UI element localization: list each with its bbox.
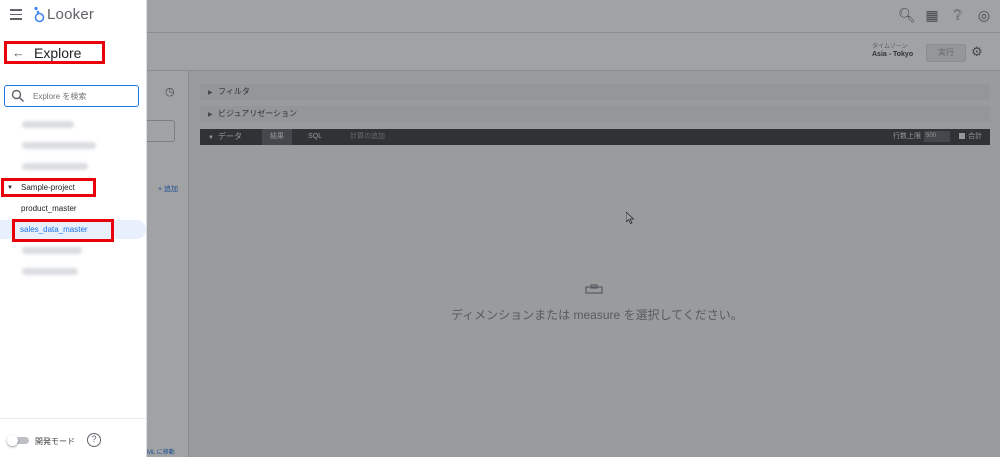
divider bbox=[0, 418, 146, 419]
drawer-scrim[interactable] bbox=[147, 0, 1000, 457]
app-name: Looker bbox=[47, 6, 95, 23]
navigation-drawer: Looker ← Explore ▼ Sample-project produc… bbox=[0, 0, 147, 457]
project-folder[interactable]: ▼ Sample-project bbox=[1, 178, 96, 197]
search-input[interactable] bbox=[33, 91, 138, 101]
dev-mode-toggle[interactable] bbox=[7, 435, 29, 446]
explore-item-sales-data-master[interactable]: sales_data_master bbox=[20, 225, 88, 234]
caret-down-icon: ▼ bbox=[7, 184, 13, 191]
menu-icon[interactable] bbox=[10, 9, 24, 21]
looker-logo-icon bbox=[34, 6, 45, 23]
dev-mode-label: 開発モード bbox=[35, 437, 75, 446]
page-title: Explore bbox=[34, 44, 82, 61]
blurred-item bbox=[22, 268, 78, 275]
help-circle-icon[interactable]: ? bbox=[87, 433, 101, 447]
search-icon bbox=[11, 89, 25, 103]
explore-header: ← Explore bbox=[4, 41, 105, 64]
back-arrow-icon[interactable]: ← bbox=[12, 45, 30, 60]
project-label: Sample-project bbox=[21, 183, 75, 192]
looker-logo[interactable]: Looker bbox=[33, 6, 94, 23]
toggle-knob bbox=[7, 435, 18, 446]
explore-search[interactable] bbox=[4, 85, 139, 107]
blurred-item bbox=[22, 247, 82, 254]
blurred-item bbox=[22, 121, 74, 128]
explore-item-product-master[interactable]: product_master bbox=[21, 204, 77, 213]
blurred-item bbox=[22, 142, 96, 149]
blurred-item bbox=[22, 163, 88, 170]
